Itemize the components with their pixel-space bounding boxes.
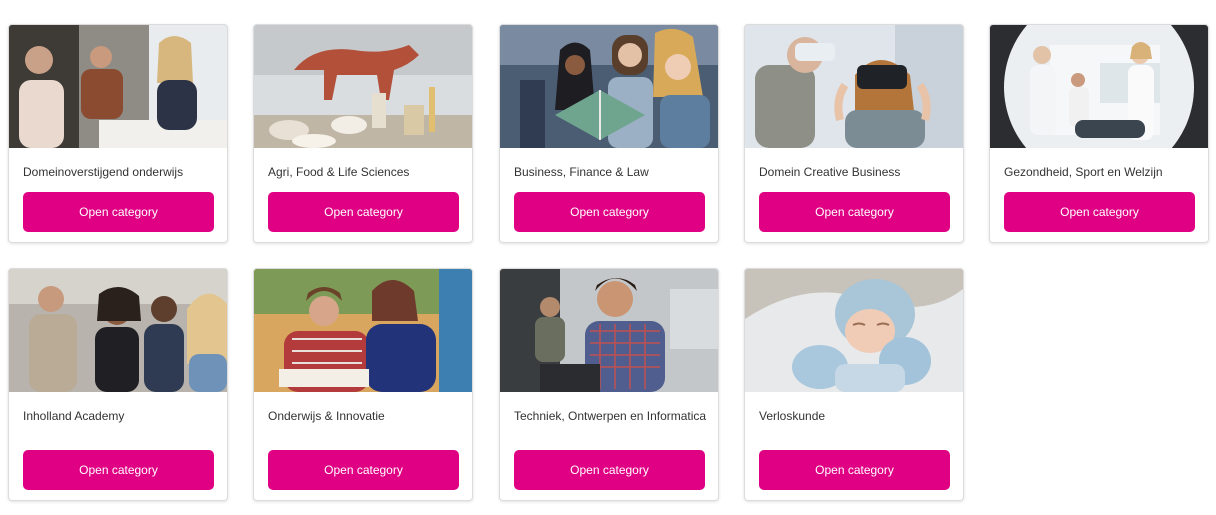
- open-category-button[interactable]: Open category: [1004, 192, 1195, 232]
- category-title: Techniek, Ontwerpen en Informatica: [514, 409, 707, 423]
- category-card: Verloskunde Open category: [744, 268, 964, 501]
- open-category-button[interactable]: Open category: [268, 192, 459, 232]
- students-reading-photo: [500, 25, 718, 148]
- category-card: Agri, Food & Life Sciences Open category: [253, 24, 473, 243]
- category-card: Inholland Academy Open category: [8, 268, 228, 501]
- category-title: Onderwijs & Innovatie: [268, 409, 385, 423]
- category-card: Gezondheid, Sport en Welzijn Open catego…: [989, 24, 1209, 243]
- newborn-baby-photo: [745, 269, 963, 392]
- open-category-button[interactable]: Open category: [514, 192, 705, 232]
- open-category-button[interactable]: Open category: [23, 450, 214, 490]
- open-category-button[interactable]: Open category: [268, 450, 459, 490]
- category-title: Gezondheid, Sport en Welzijn: [1004, 165, 1163, 179]
- category-card: Onderwijs & Innovatie Open category: [253, 268, 473, 501]
- open-category-button[interactable]: Open category: [514, 450, 705, 490]
- category-title: Domein Creative Business: [759, 165, 901, 179]
- category-title: Domeinoverstijgend onderwijs: [23, 165, 184, 179]
- open-category-button[interactable]: Open category: [23, 192, 214, 232]
- category-image: [9, 269, 227, 392]
- category-card: Domeinoverstijgend onderwijs Open catego…: [8, 24, 228, 243]
- category-image: [745, 25, 963, 148]
- vr-headset-photo: [745, 25, 963, 148]
- category-title: Agri, Food & Life Sciences: [268, 165, 410, 179]
- teacher-child-photo: [254, 269, 472, 392]
- category-grid: Domeinoverstijgend onderwijs Open catego…: [0, 0, 1216, 515]
- category-image: [254, 269, 472, 392]
- category-title: Verloskunde: [759, 409, 826, 423]
- category-card: Domein Creative Business Open category: [744, 24, 964, 243]
- category-image: [990, 25, 1208, 148]
- category-image: [500, 269, 718, 392]
- open-category-button[interactable]: Open category: [759, 450, 950, 490]
- meeting-photo: [9, 25, 227, 148]
- category-image: [745, 269, 963, 392]
- category-image: [500, 25, 718, 148]
- lab-animal-model-photo: [254, 25, 472, 148]
- category-image: [9, 25, 227, 148]
- category-title: Inholland Academy: [23, 409, 125, 423]
- student-laptop-photo: [500, 269, 718, 392]
- category-title: Business, Finance & Law: [514, 165, 649, 179]
- classroom-adults-photo: [9, 269, 227, 392]
- medical-scanner-photo: [990, 25, 1208, 148]
- category-card: Techniek, Ontwerpen en Informatica Open …: [499, 268, 719, 501]
- category-card: Business, Finance & Law Open category: [499, 24, 719, 243]
- open-category-button[interactable]: Open category: [759, 192, 950, 232]
- category-image: [254, 25, 472, 148]
